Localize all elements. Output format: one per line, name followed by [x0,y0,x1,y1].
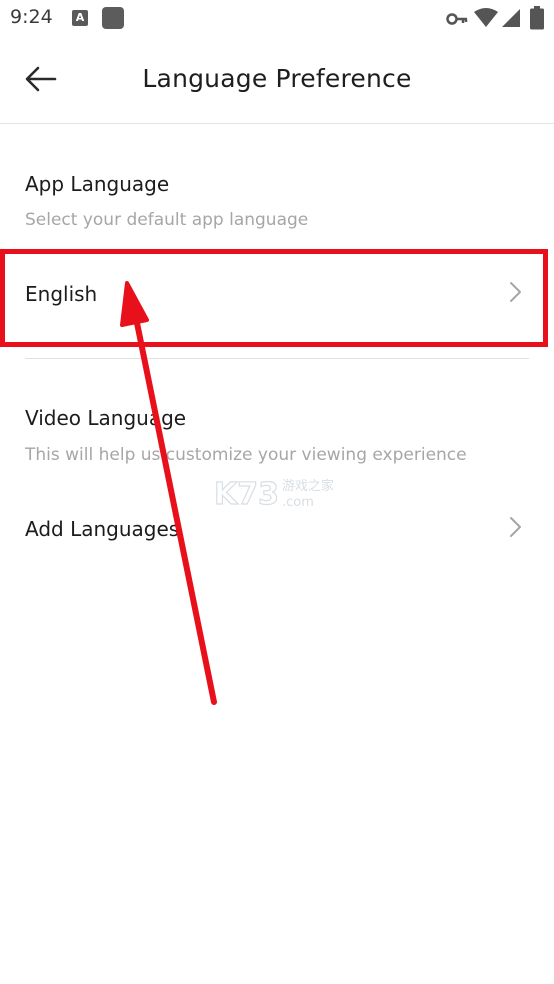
annotation-arrow [120,281,217,705]
screen: 9:24 A Language Preference App Language … [0,0,554,984]
